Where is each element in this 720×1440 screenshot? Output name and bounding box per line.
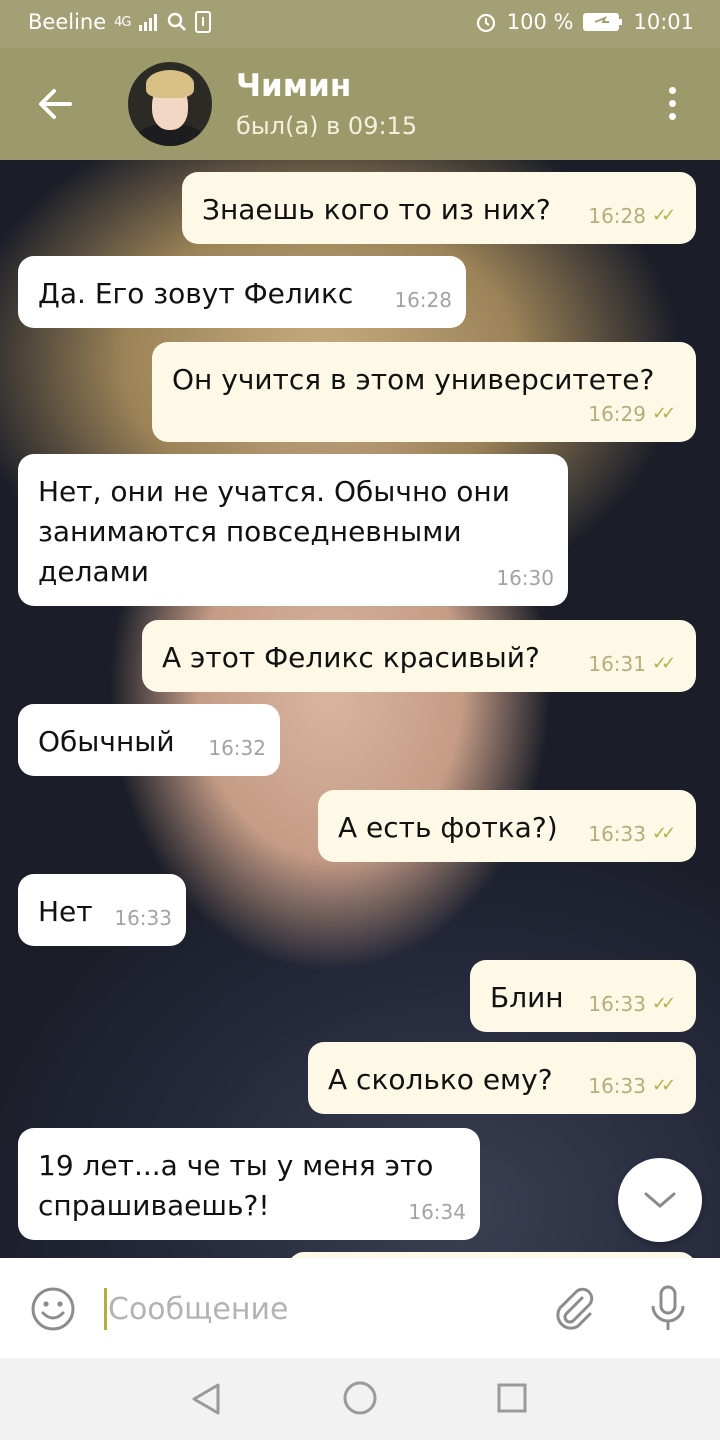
nav-back-icon[interactable] <box>190 1382 222 1416</box>
status-bar: Beeline 4G 100 % 10:01 <box>0 0 720 48</box>
message-text: А есть фотка?) <box>338 811 558 844</box>
message-bubble-incoming[interactable]: Да. Его зовут Феликс 16:28 <box>18 256 466 328</box>
microphone-icon[interactable] <box>646 1284 690 1334</box>
system-navigation-bar <box>0 1358 720 1440</box>
message-text: Да. Его зовут Феликс <box>38 277 354 310</box>
message-bubble-outgoing[interactable]: Блин 16:33 ✓✓ <box>470 960 696 1032</box>
message-time: 16:32 <box>208 736 266 760</box>
last-seen-status: был(а) в 09:15 <box>236 112 418 140</box>
network-type: 4G <box>114 14 131 30</box>
nav-recents-icon[interactable] <box>496 1382 528 1414</box>
message-text: Нет, они не учатся. Обычно они занимаютс… <box>38 475 510 588</box>
message-composer <box>0 1258 720 1358</box>
message-time: 16:29 <box>588 402 646 426</box>
message-time: 16:30 <box>496 566 554 590</box>
message-time: 16:31 <box>588 652 646 676</box>
message-text: Он учится в этом университете? <box>172 363 655 396</box>
read-ticks-icon: ✓✓ <box>652 1075 676 1096</box>
read-ticks-icon: ✓✓ <box>652 403 676 424</box>
message-time: 16:33 <box>588 992 646 1016</box>
message-text: Блин <box>490 981 564 1014</box>
message-text: А сколько ему? <box>328 1063 553 1096</box>
message-bubble-outgoing[interactable]: А этот Феликс красивый? 16:31 ✓✓ <box>142 620 696 692</box>
message-time: 16:28 <box>588 204 646 228</box>
contact-name[interactable]: Чимин <box>236 68 351 104</box>
message-time: 16:28 <box>394 288 452 312</box>
text-caret <box>104 1288 107 1330</box>
read-ticks-icon: ✓✓ <box>652 823 676 844</box>
sim-icon <box>194 11 211 33</box>
alarm-icon <box>476 13 495 33</box>
chat-header: Чимин был(а) в 09:15 <box>0 48 720 160</box>
message-time: 16:33 <box>588 1074 646 1098</box>
read-ticks-icon: ✓✓ <box>652 653 676 674</box>
message-bubble-incoming[interactable]: 19 лет...а че ты у меня это спрашиваешь?… <box>18 1128 480 1240</box>
message-text: Нет <box>38 895 93 928</box>
carrier-label: Beeline <box>28 10 107 34</box>
message-time: 16:33 <box>114 906 172 930</box>
message-bubble-incoming[interactable]: Нет, они не учатся. Обычно они занимаютс… <box>18 454 568 606</box>
scroll-down-button[interactable] <box>618 1158 702 1242</box>
message-bubble-incoming[interactable]: Обычный 16:32 <box>18 704 280 776</box>
message-text: Знаешь кого то из них? <box>202 193 551 226</box>
paperclip-icon[interactable] <box>552 1286 598 1332</box>
message-bubble-outgoing[interactable]: Знаешь кого то из них? 16:28 ✓✓ <box>182 172 696 244</box>
message-bubble-outgoing[interactable]: А сколько ему? 16:33 ✓✓ <box>308 1042 696 1114</box>
message-text: А этот Феликс красивый? <box>162 641 540 674</box>
battery-icon <box>583 13 623 31</box>
message-bubble-incoming[interactable]: Нет 16:33 <box>18 874 186 946</box>
contact-avatar[interactable] <box>128 62 212 146</box>
read-ticks-icon: ✓✓ <box>652 205 676 226</box>
message-text: Обычный <box>38 725 175 758</box>
message-bubble-outgoing[interactable]: Он учится в этом университете? 16:29 ✓✓ <box>152 342 696 442</box>
message-list[interactable]: Знаешь кого то из них? 16:28 ✓✓ Да. Его з… <box>0 160 720 1258</box>
search-icon <box>167 12 186 31</box>
message-input[interactable] <box>108 1284 528 1334</box>
nav-home-icon[interactable] <box>342 1380 378 1416</box>
message-bubble-outgoing[interactable]: А есть фотка?) 16:33 ✓✓ <box>318 790 696 862</box>
chevron-down-icon <box>644 1192 676 1208</box>
message-text: 19 лет...а че ты у меня это спрашиваешь?… <box>38 1149 434 1222</box>
emoji-icon[interactable] <box>30 1286 76 1332</box>
read-ticks-icon: ✓✓ <box>652 993 676 1014</box>
clock: 10:01 <box>633 10 694 34</box>
more-vertical-icon[interactable] <box>660 84 684 128</box>
battery-percent: 100 % <box>506 10 574 34</box>
message-time: 16:34 <box>408 1200 466 1224</box>
signal-icon <box>138 14 157 31</box>
message-time: 16:33 <box>588 822 646 846</box>
arrow-left-icon[interactable] <box>34 82 78 126</box>
